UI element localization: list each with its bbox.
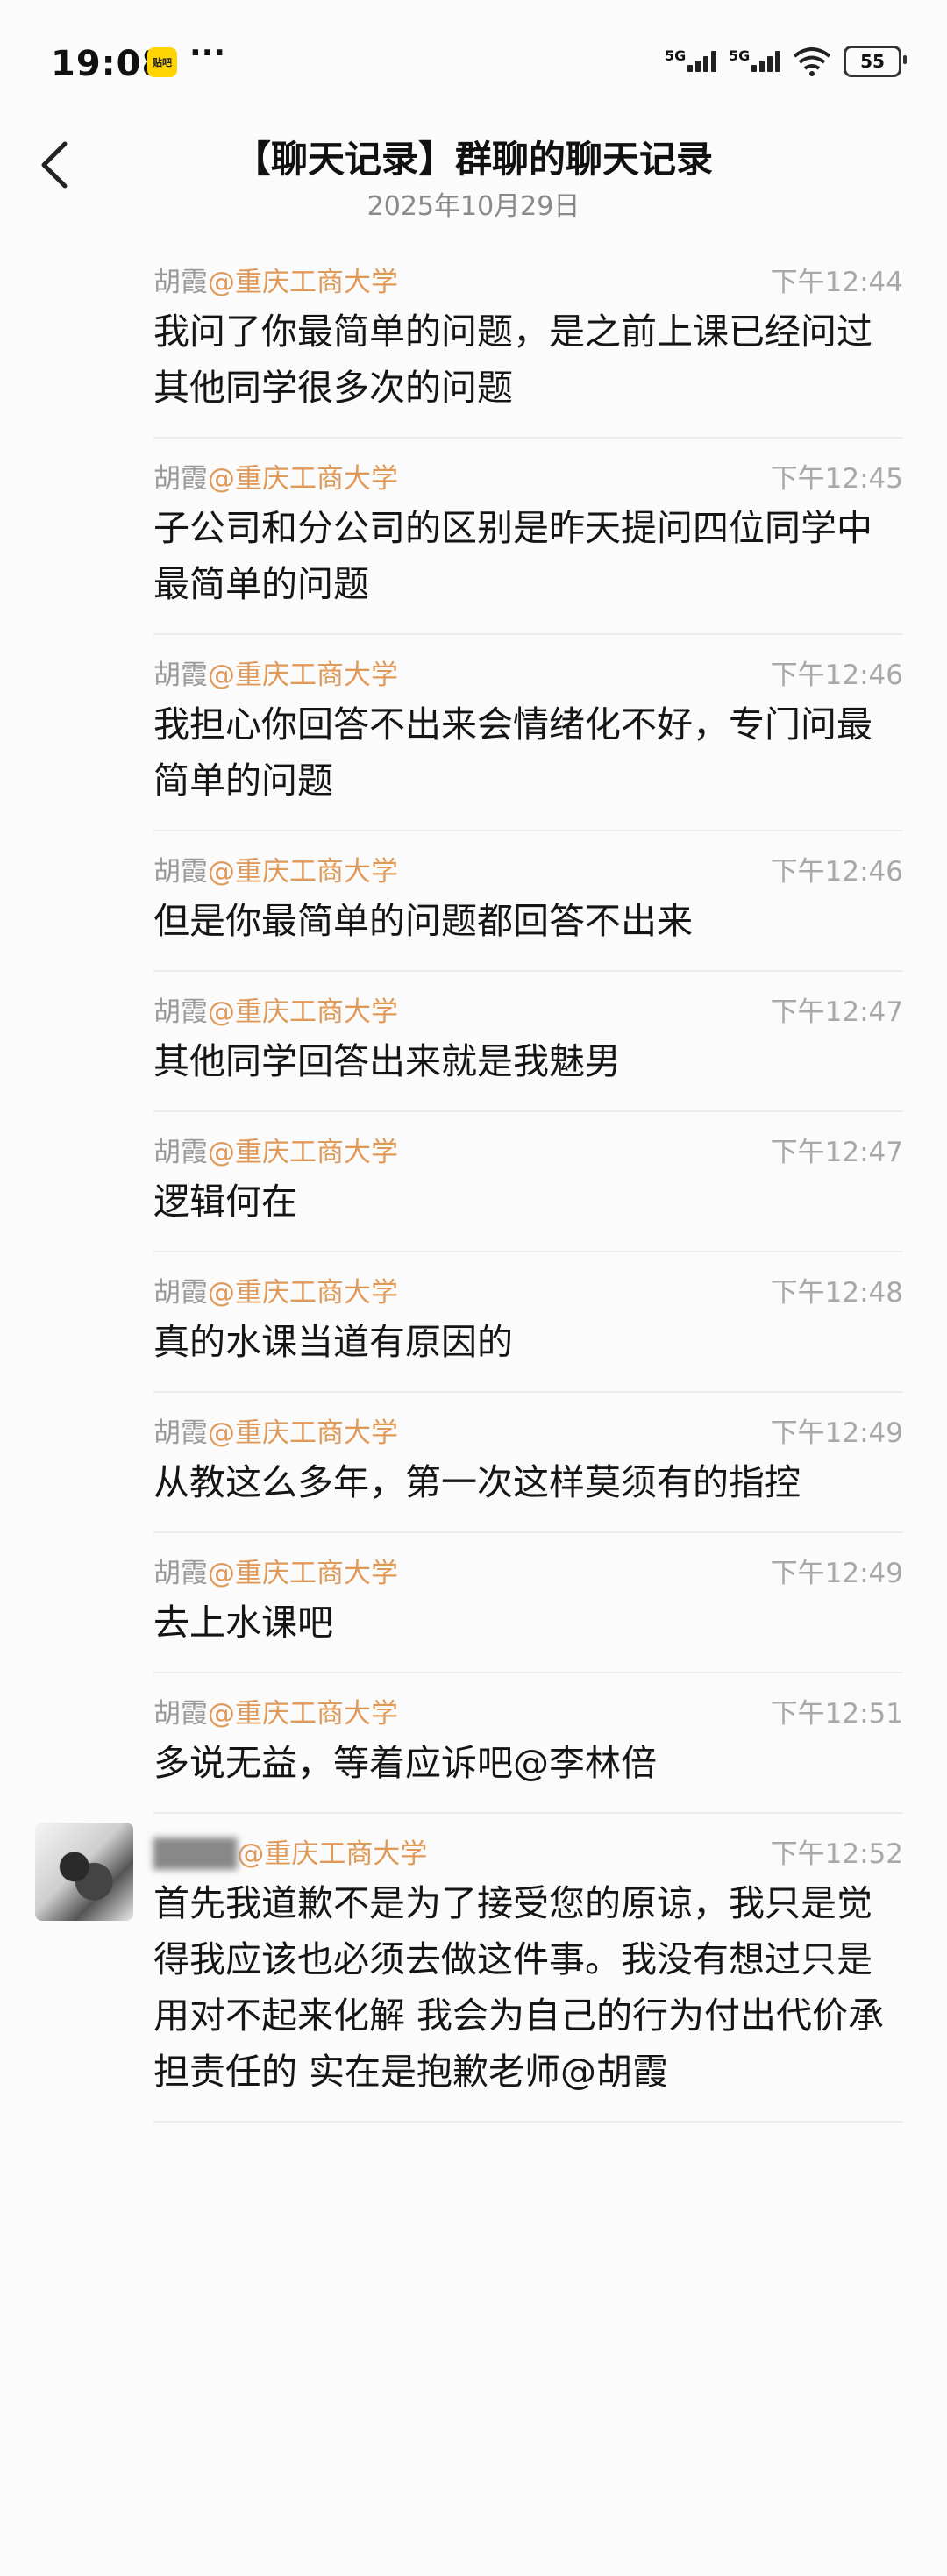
message-time: 下午12:46: [770, 659, 903, 691]
sender-name: 胡霞: [153, 1276, 208, 1309]
sender-label: 胡霞@重庆工商大学: [153, 1130, 398, 1169]
message-item: 胡霞@重庆工商大学 下午12:49 去上水课吧: [153, 1533, 903, 1673]
sender-org: @重庆工商大学: [237, 1837, 428, 1870]
message-item: 胡霞@重庆工商大学 下午12:44 我问了你最简单的问题，是之前上课已经问过其他…: [153, 242, 903, 439]
message-time: 下午12:47: [770, 1136, 903, 1168]
avatar[interactable]: [35, 1823, 133, 1921]
network-type-label: 5G: [665, 47, 687, 64]
sender-org: @重庆工商大学: [208, 266, 398, 298]
message-text: 但是你最简单的问题都回答不出来: [153, 900, 693, 942]
wifi-icon: [793, 47, 831, 76]
sender-name: 胡霞: [153, 855, 208, 888]
message-item: 胡霞@重庆工商大学 下午12:46 但是你最简单的问题都回答不出来: [153, 831, 903, 972]
sender-name-redacted: ████: [153, 1837, 238, 1870]
sender-org: @重庆工商大学: [208, 1697, 398, 1730]
message-text: 首先我道歉不是为了接受您的原谅，我只是觉得我应该也必须去做这件事。我没有想过只是…: [153, 1882, 885, 2093]
message-time: 下午12:44: [770, 266, 903, 298]
message-time: 下午12:45: [770, 462, 903, 495]
signal-icon-2: 5G: [729, 47, 780, 72]
sender-name: 胡霞: [153, 462, 208, 495]
page-title: 【聊天记录】群聊的聊天记录: [233, 138, 713, 181]
sender-name: 胡霞: [153, 659, 208, 691]
message-time: 下午12:51: [770, 1697, 903, 1730]
message-item: 胡霞@重庆工商大学 下午12:49 从教这么多年，第一次这样莫须有的指控: [153, 1393, 903, 1533]
battery-level: 55: [860, 51, 885, 72]
sender-name: 胡霞: [153, 1136, 208, 1168]
sender-name: 胡霞: [153, 995, 208, 1028]
network-type-label: 5G: [729, 47, 751, 64]
message-text: 逻辑何在: [153, 1181, 297, 1223]
sender-org: @重庆工商大学: [208, 1276, 398, 1309]
sender-org: @重庆工商大学: [208, 1416, 398, 1449]
message-text: 我担心你回答不出来会情绪化不好，专门问最简单的问题: [153, 703, 872, 802]
message-item: 胡霞@重庆工商大学 下午12:48 真的水课当道有原因的: [153, 1252, 903, 1393]
message-text: 真的水课当道有原因的: [153, 1321, 513, 1363]
message-time: 下午12:48: [770, 1276, 903, 1309]
sender-name: 胡霞: [153, 1557, 208, 1589]
message-item: 胡霞@重庆工商大学 下午12:46 我担心你回答不出来会情绪化不好，专门问最简单…: [153, 635, 903, 831]
message-list: 胡霞@重庆工商大学 下午12:44 我问了你最简单的问题，是之前上课已经问过其他…: [0, 242, 947, 2123]
message-text: 子公司和分公司的区别是昨天提问四位同学中最简单的问题: [153, 507, 872, 605]
status-icons: 5G 5G 55: [665, 46, 907, 77]
chat-record-header: 【聊天记录】群聊的聊天记录 2025年10月29日: [0, 130, 947, 235]
message-item: 胡霞@重庆工商大学 下午12:45 子公司和分公司的区别是昨天提问四位同学中最简…: [153, 439, 903, 635]
sender-label: 胡霞@重庆工商大学: [153, 456, 398, 496]
sender-label: 胡霞@重庆工商大学: [153, 653, 398, 692]
message-time: 下午12:49: [770, 1557, 903, 1589]
message-text: 从教这么多年，第一次这样莫须有的指控: [153, 1461, 801, 1503]
sender-label: 胡霞@重庆工商大学: [153, 1270, 398, 1309]
battery-icon: 55: [844, 46, 907, 77]
message-item: 胡霞@重庆工商大学 下午12:47 逻辑何在: [153, 1112, 903, 1252]
message-text: 去上水课吧: [153, 1602, 333, 1644]
sender-name: 胡霞: [153, 1697, 208, 1730]
message-text: 多说无益，等着应诉吧@李林倍: [153, 1742, 657, 1784]
message-text: 我问了你最简单的问题，是之前上课已经问过其他同学很多次的问题: [153, 310, 872, 409]
message-time: 下午12:47: [770, 995, 903, 1028]
message-item: 胡霞@重庆工商大学 下午12:47 其他同学回答出来就是我魅男: [153, 972, 903, 1112]
sender-label: 胡霞@重庆工商大学: [153, 260, 398, 299]
sender-name: 胡霞: [153, 266, 208, 298]
message-time: 下午12:46: [770, 855, 903, 888]
record-date: 2025年10月29日: [367, 191, 580, 222]
sender-label: 胡霞@重庆工商大学: [153, 1551, 398, 1590]
sender-org: @重庆工商大学: [208, 659, 398, 691]
sender-org: @重庆工商大学: [208, 1557, 398, 1589]
sender-label: ████@重庆工商大学: [153, 1831, 427, 1871]
sender-org: @重庆工商大学: [208, 462, 398, 495]
message-text: 其他同学回答出来就是我魅男: [153, 1040, 621, 1082]
sender-label: 胡霞@重庆工商大学: [153, 849, 398, 888]
sender-org: @重庆工商大学: [208, 995, 398, 1028]
message-item: 胡霞@重庆工商大学 下午12:51 多说无益，等着应诉吧@李林倍: [153, 1673, 903, 1814]
sender-org: @重庆工商大学: [208, 855, 398, 888]
sender-label: 胡霞@重庆工商大学: [153, 1410, 398, 1450]
signal-icon-1: 5G: [665, 47, 716, 72]
app-notification-icon: 贴吧: [147, 47, 177, 77]
sender-label: 胡霞@重庆工商大学: [153, 1691, 398, 1730]
sender-name: 胡霞: [153, 1416, 208, 1449]
message-time: 下午12:49: [770, 1416, 903, 1449]
sender-label: 胡霞@重庆工商大学: [153, 989, 398, 1029]
message-time: 下午12:52: [770, 1837, 903, 1870]
message-item: ████@重庆工商大学 下午12:52 首先我道歉不是为了接受您的原谅，我只是觉…: [35, 1814, 903, 2123]
sender-org: @重庆工商大学: [208, 1136, 398, 1168]
more-notifications-icon: ···: [189, 35, 226, 71]
status-bar: 19:08 贴吧 ··· 5G 5G 55: [0, 0, 947, 130]
